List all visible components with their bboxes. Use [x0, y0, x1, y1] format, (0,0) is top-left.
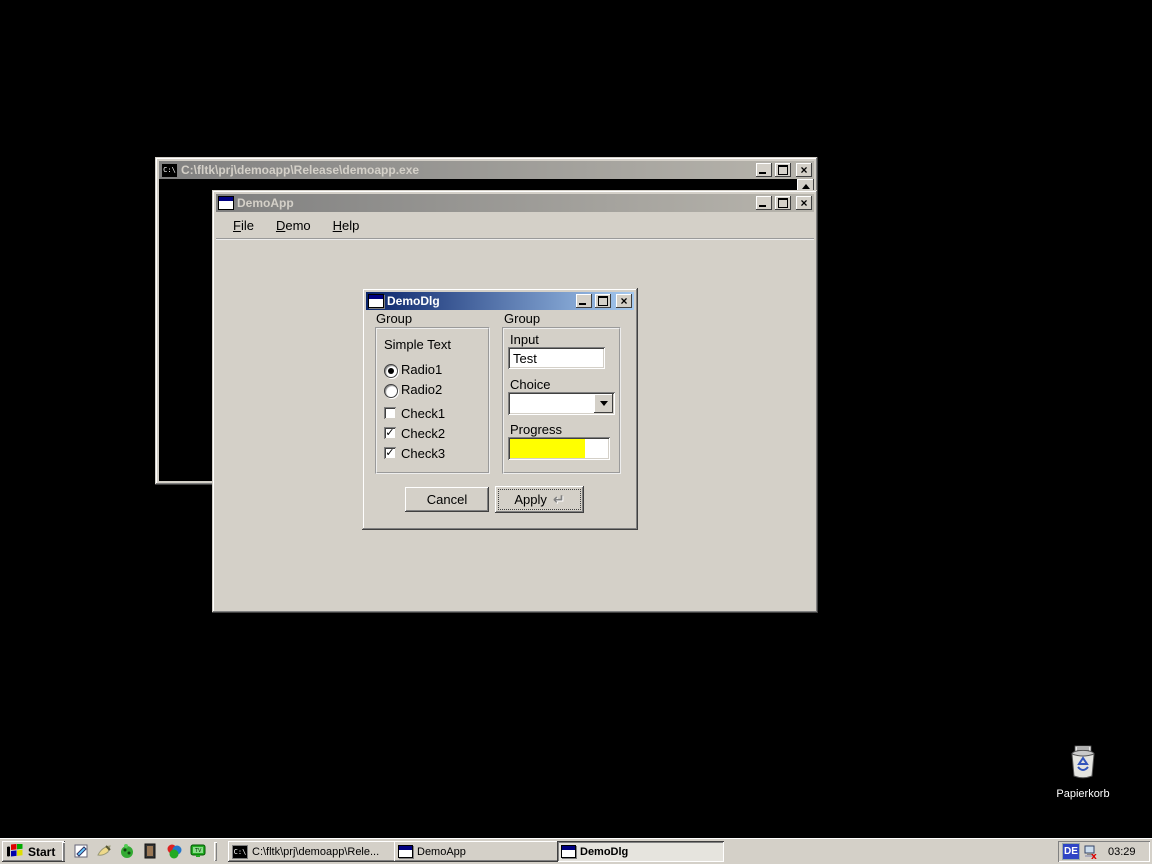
- taskbar-grip[interactable]: [214, 842, 217, 861]
- choice-dropdown[interactable]: [508, 392, 615, 415]
- close-button[interactable]: ×: [616, 294, 632, 308]
- maximize-button[interactable]: [775, 163, 791, 177]
- check1-label[interactable]: Check1: [401, 406, 445, 421]
- desktop: { "glyphs": { "close": "×", "check": "✓"…: [0, 0, 1152, 864]
- left-group-label: Group: [376, 311, 412, 326]
- demodlg-dialog: DemoDlg × Group Simple Text Radio1 Radio…: [362, 288, 638, 530]
- clock: 03:29: [1108, 846, 1136, 858]
- check2-label[interactable]: Check2: [401, 426, 445, 441]
- check1[interactable]: [384, 407, 396, 419]
- menu-demo[interactable]: Demo: [269, 216, 318, 235]
- menubar: File Demo Help: [216, 212, 814, 240]
- radio2[interactable]: [384, 384, 398, 398]
- return-key-icon: ↵: [553, 491, 565, 508]
- simple-text-label: Simple Text: [384, 337, 451, 352]
- windows-logo-icon: [6, 844, 24, 859]
- svg-text:x: x: [1091, 852, 1097, 860]
- task-label: C:\fltk\prj\demoapp\Rele...: [252, 846, 379, 858]
- demodlg-title: DemoDlg: [387, 294, 573, 308]
- input-label: Input: [510, 332, 539, 347]
- menu-help[interactable]: Help: [326, 216, 367, 235]
- right-group-label: Group: [504, 311, 540, 326]
- recycle-bin-icon: [1066, 744, 1100, 780]
- close-icon: ×: [620, 295, 627, 307]
- recycle-bin-label: Papierkorb: [1044, 788, 1122, 800]
- check3-label[interactable]: Check3: [401, 446, 445, 461]
- task-button-console[interactable]: C:\ C:\fltk\prj\demoapp\Rele...: [228, 841, 396, 862]
- close-icon: ×: [800, 197, 807, 209]
- maximize-button[interactable]: [595, 294, 611, 308]
- maximize-icon: [598, 296, 608, 306]
- start-button[interactable]: Start: [2, 841, 65, 862]
- console-titlebar[interactable]: C:\ C:\fltk\prj\demoapp\Release\demoapp.…: [159, 161, 814, 179]
- console-title: C:\fltk\prj\demoapp\Release\demoapp.exe: [181, 163, 753, 177]
- close-button[interactable]: ×: [796, 163, 812, 177]
- radio1[interactable]: [384, 364, 398, 378]
- menu-file[interactable]: File: [226, 216, 261, 235]
- radio2-label[interactable]: Radio2: [401, 382, 442, 397]
- task-button-demoapp[interactable]: DemoApp: [394, 841, 559, 862]
- minimize-icon: [579, 303, 586, 305]
- minimize-button[interactable]: [756, 196, 772, 210]
- cancel-button[interactable]: Cancel: [405, 487, 489, 512]
- language-indicator[interactable]: DE: [1062, 843, 1080, 860]
- demodlg-window-icon: [368, 294, 384, 308]
- quicklaunch-colors-icon[interactable]: [166, 843, 182, 859]
- svg-text:TV: TV: [194, 848, 202, 854]
- maximize-icon: [778, 198, 788, 208]
- maximize-icon: [778, 165, 788, 175]
- system-tray: DE x 03:29: [1058, 841, 1150, 862]
- apply-label: Apply: [514, 492, 547, 507]
- window-icon: [561, 845, 576, 858]
- minimize-icon: [759, 172, 766, 174]
- minimize-button[interactable]: [576, 294, 592, 308]
- recycle-bin-desktop-icon[interactable]: Papierkorb: [1044, 744, 1122, 800]
- choice-label: Choice: [510, 377, 550, 392]
- quicklaunch-tv-icon[interactable]: TV: [190, 843, 206, 859]
- close-icon: ×: [800, 164, 807, 176]
- network-error-tray-icon[interactable]: x: [1083, 844, 1099, 860]
- apply-button[interactable]: Apply ↵: [495, 486, 584, 513]
- scroll-up-icon: [802, 184, 810, 189]
- taskbar: Start TV C:\ C:\fltk\prj\demoapp\Rele...: [0, 838, 1152, 864]
- progress-fill: [510, 439, 585, 458]
- demodlg-titlebar[interactable]: DemoDlg ×: [366, 292, 634, 310]
- window-icon: [398, 845, 413, 858]
- cancel-label: Cancel: [427, 492, 467, 507]
- demoapp-title: DemoApp: [237, 196, 753, 210]
- chevron-down-icon: [600, 401, 608, 406]
- minimize-icon: [759, 205, 766, 207]
- minimize-button[interactable]: [756, 163, 772, 177]
- demoapp-window-icon: [218, 196, 234, 210]
- choice-arrow-button[interactable]: [594, 394, 613, 413]
- quicklaunch-door-icon[interactable]: [142, 843, 158, 859]
- progress-label: Progress: [510, 422, 562, 437]
- console-icon: C:\: [161, 163, 178, 178]
- radio-dot-icon: [388, 368, 394, 374]
- demoapp-titlebar[interactable]: DemoApp ×: [216, 194, 814, 212]
- radio1-label[interactable]: Radio1: [401, 362, 442, 377]
- task-label: DemoDlg: [580, 846, 628, 858]
- close-button[interactable]: ×: [796, 196, 812, 210]
- taskbar-grip[interactable]: [62, 842, 65, 861]
- quicklaunch-creature-icon[interactable]: [119, 843, 135, 859]
- console-icon: C:\: [232, 845, 248, 859]
- check3[interactable]: ✓: [384, 447, 396, 459]
- quicklaunch-hand-pen-icon[interactable]: [96, 843, 112, 859]
- quicklaunch-show-desktop-icon[interactable]: [73, 843, 89, 859]
- input-field[interactable]: [508, 347, 605, 369]
- check2[interactable]: ✓: [384, 427, 396, 439]
- start-label: Start: [28, 845, 55, 859]
- task-label: DemoApp: [417, 846, 466, 858]
- progress-bar: [508, 437, 610, 460]
- maximize-button[interactable]: [775, 196, 791, 210]
- task-button-demodlg[interactable]: DemoDlg: [557, 841, 724, 862]
